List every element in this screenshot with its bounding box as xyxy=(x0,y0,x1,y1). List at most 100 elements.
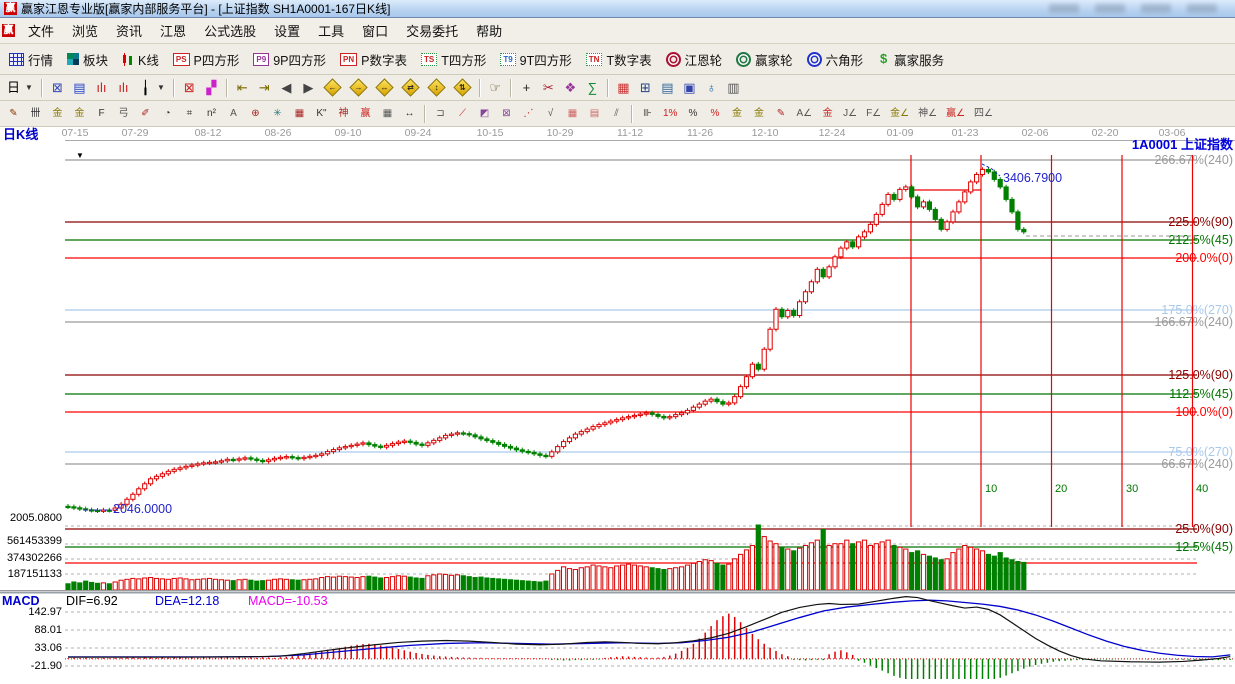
gold-lines-button[interactable]: 金 xyxy=(748,105,769,123)
box-tool-button[interactable]: ⊐ xyxy=(430,105,451,123)
info-doc-button[interactable]: ▤ xyxy=(69,79,90,97)
angle-j-button[interactable]: J∠ xyxy=(839,105,861,123)
t-number-table-button[interactable]: TNT数字表 xyxy=(580,47,658,72)
winner-service-button[interactable]: $赢家服务 xyxy=(871,47,950,72)
angle-ying-button[interactable]: 赢∠ xyxy=(942,105,969,123)
formula-button[interactable]: ∑ xyxy=(582,79,603,97)
percent-lines-button[interactable]: % xyxy=(704,105,725,123)
angle-si-button[interactable]: 四∠ xyxy=(970,105,997,123)
p-square-button[interactable]: PSP四方形 xyxy=(167,47,246,72)
fan-red-button[interactable]: ⟋ xyxy=(452,105,473,123)
brush-red-button[interactable]: ✐ xyxy=(135,105,156,123)
shen-grid-button[interactable]: 神 xyxy=(333,105,354,123)
candle-pen-button[interactable]: ✎ xyxy=(770,105,791,123)
candle-style-button[interactable]: ╽▼ xyxy=(135,79,169,97)
quotes-button[interactable]: 行情 xyxy=(3,47,59,72)
grid-red-1-button[interactable]: ▦ xyxy=(562,105,583,123)
nav-prev-button[interactable]: ◀ xyxy=(276,79,297,97)
shift-right-button[interactable]: → xyxy=(346,77,371,98)
f-ruler-button[interactable]: F xyxy=(91,105,112,123)
menu-item-3[interactable]: 江恩 xyxy=(151,18,195,43)
grid-tool-button[interactable]: ⌗ xyxy=(179,105,200,123)
center-grid-button[interactable]: ▦ xyxy=(289,105,310,123)
p9-square-button[interactable]: P99P四方形 xyxy=(247,47,332,72)
stretch-h-button[interactable]: ↔ xyxy=(372,77,397,98)
menu-item-0[interactable]: 文件 xyxy=(19,18,63,43)
menu-item-1[interactable]: 浏览 xyxy=(63,18,107,43)
menu-item-6[interactable]: 工具 xyxy=(309,18,353,43)
winner-wheel-button[interactable]: 赢家轮 xyxy=(730,47,799,72)
tools-purple-button[interactable]: ❖ xyxy=(560,79,581,97)
angle-shen-button[interactable]: 神∠ xyxy=(914,105,941,123)
color-bars-button[interactable]: ▞ xyxy=(201,79,222,97)
percent-button[interactable]: % xyxy=(682,105,703,123)
star-grid-icon: ✳ xyxy=(271,107,284,121)
sectors-button[interactable]: 板块 xyxy=(61,47,114,72)
report-button[interactable]: ▤ xyxy=(657,79,678,97)
menu-item-5[interactable]: 设置 xyxy=(265,18,309,43)
grid-red-2-button[interactable]: ▤ xyxy=(584,105,605,123)
time-circle-button[interactable]: ◔ xyxy=(157,105,178,123)
pattern-red-button[interactable]: ⊠ xyxy=(179,79,200,97)
save-button[interactable]: ▣ xyxy=(679,79,700,97)
angle-a-button[interactable]: A xyxy=(223,105,244,123)
erase-tool-button[interactable]: ✂ xyxy=(538,79,559,97)
compress-v-button[interactable]: ⇅ xyxy=(450,77,475,98)
bars-9-button[interactable]: ılı xyxy=(113,79,134,97)
bow-tool-button[interactable]: 弓 xyxy=(113,105,134,123)
print-button[interactable]: ▥ xyxy=(723,79,744,97)
p-number-table-button[interactable]: PNP数字表 xyxy=(334,47,413,72)
symbol-label: 1A0001 上证指数 xyxy=(1132,137,1234,152)
menu-item-9[interactable]: 帮助 xyxy=(467,18,511,43)
calendar-button[interactable]: ▦ xyxy=(613,79,634,97)
compass-pen-button[interactable]: ✎ xyxy=(3,105,24,123)
width-tool-button[interactable]: ↔ xyxy=(399,105,420,123)
slash-lines-button[interactable]: ⫽ xyxy=(606,105,627,123)
one-percent-button[interactable]: 1% xyxy=(659,105,681,123)
shift-left-button[interactable]: ← xyxy=(320,77,345,98)
check-lines-button[interactable]: √ xyxy=(540,105,561,123)
menu-item-7[interactable]: 窗口 xyxy=(353,18,397,43)
n-square-button[interactable]: n² xyxy=(201,105,222,123)
calculator-button[interactable]: ⊞ xyxy=(635,79,656,97)
wave-k-button[interactable]: K" xyxy=(311,105,332,123)
network-button[interactable]: ♁ xyxy=(701,79,722,97)
grid-123-button[interactable]: ▦ xyxy=(377,105,398,123)
tri-grid-button[interactable]: ◩ xyxy=(474,105,495,123)
macd-label: MACD xyxy=(2,594,40,608)
a-angle-lines-button[interactable]: A∠ xyxy=(792,105,816,123)
nav-first-button[interactable]: ⇤ xyxy=(232,79,253,97)
t9-square-button[interactable]: T99T四方形 xyxy=(494,47,577,72)
rays-button[interactable]: ⋰ xyxy=(518,105,539,123)
zoom-pattern-button[interactable]: ⊠ xyxy=(47,79,68,97)
gold-circle-button[interactable]: 金 xyxy=(726,105,747,123)
kline-button[interactable]: K线 xyxy=(116,47,165,72)
menu-item-2[interactable]: 资讯 xyxy=(107,18,151,43)
gold-square-1-button[interactable]: 金 xyxy=(47,105,68,123)
bars-3-button[interactable]: ılı xyxy=(91,79,112,97)
stretch-v-button[interactable]: ↕ xyxy=(424,77,449,98)
crosshair-button[interactable]: + xyxy=(516,79,537,97)
ying-grid-button[interactable]: 赢 xyxy=(355,105,376,123)
t-square-button[interactable]: TST四方形 xyxy=(415,47,492,72)
compress-h-button[interactable]: ⇄ xyxy=(398,77,423,98)
gann-wheel-button[interactable]: 江恩轮 xyxy=(660,47,729,72)
circle-cross-button[interactable]: ⊕ xyxy=(245,105,266,123)
x-grid-button[interactable]: ⊠ xyxy=(496,105,517,123)
nav-next-button[interactable]: ▶ xyxy=(298,79,319,97)
angle-gold-button[interactable]: 金∠ xyxy=(886,105,913,123)
period-day-button[interactable]: 日▼ xyxy=(3,79,37,97)
gann-grid-button[interactable]: 卌 xyxy=(25,105,46,123)
gold-square-2-button[interactable]: 金 xyxy=(69,105,90,123)
angle-f-button[interactable]: F∠ xyxy=(862,105,885,123)
hexagon-button[interactable]: 六角形 xyxy=(801,47,870,72)
gold-red-lines-button[interactable]: 金 xyxy=(817,105,838,123)
hand-tool-button[interactable]: ☞ xyxy=(485,79,506,97)
shift-right-icon: → xyxy=(349,78,367,96)
nav-last-button[interactable]: ⇥ xyxy=(254,79,275,97)
gauge-button[interactable]: ⊪ xyxy=(637,105,658,123)
p-number-table-label: P数字表 xyxy=(361,50,407,69)
star-grid-button[interactable]: ✳ xyxy=(267,105,288,123)
menu-item-4[interactable]: 公式选股 xyxy=(195,18,265,43)
menu-item-8[interactable]: 交易委托 xyxy=(397,18,467,43)
